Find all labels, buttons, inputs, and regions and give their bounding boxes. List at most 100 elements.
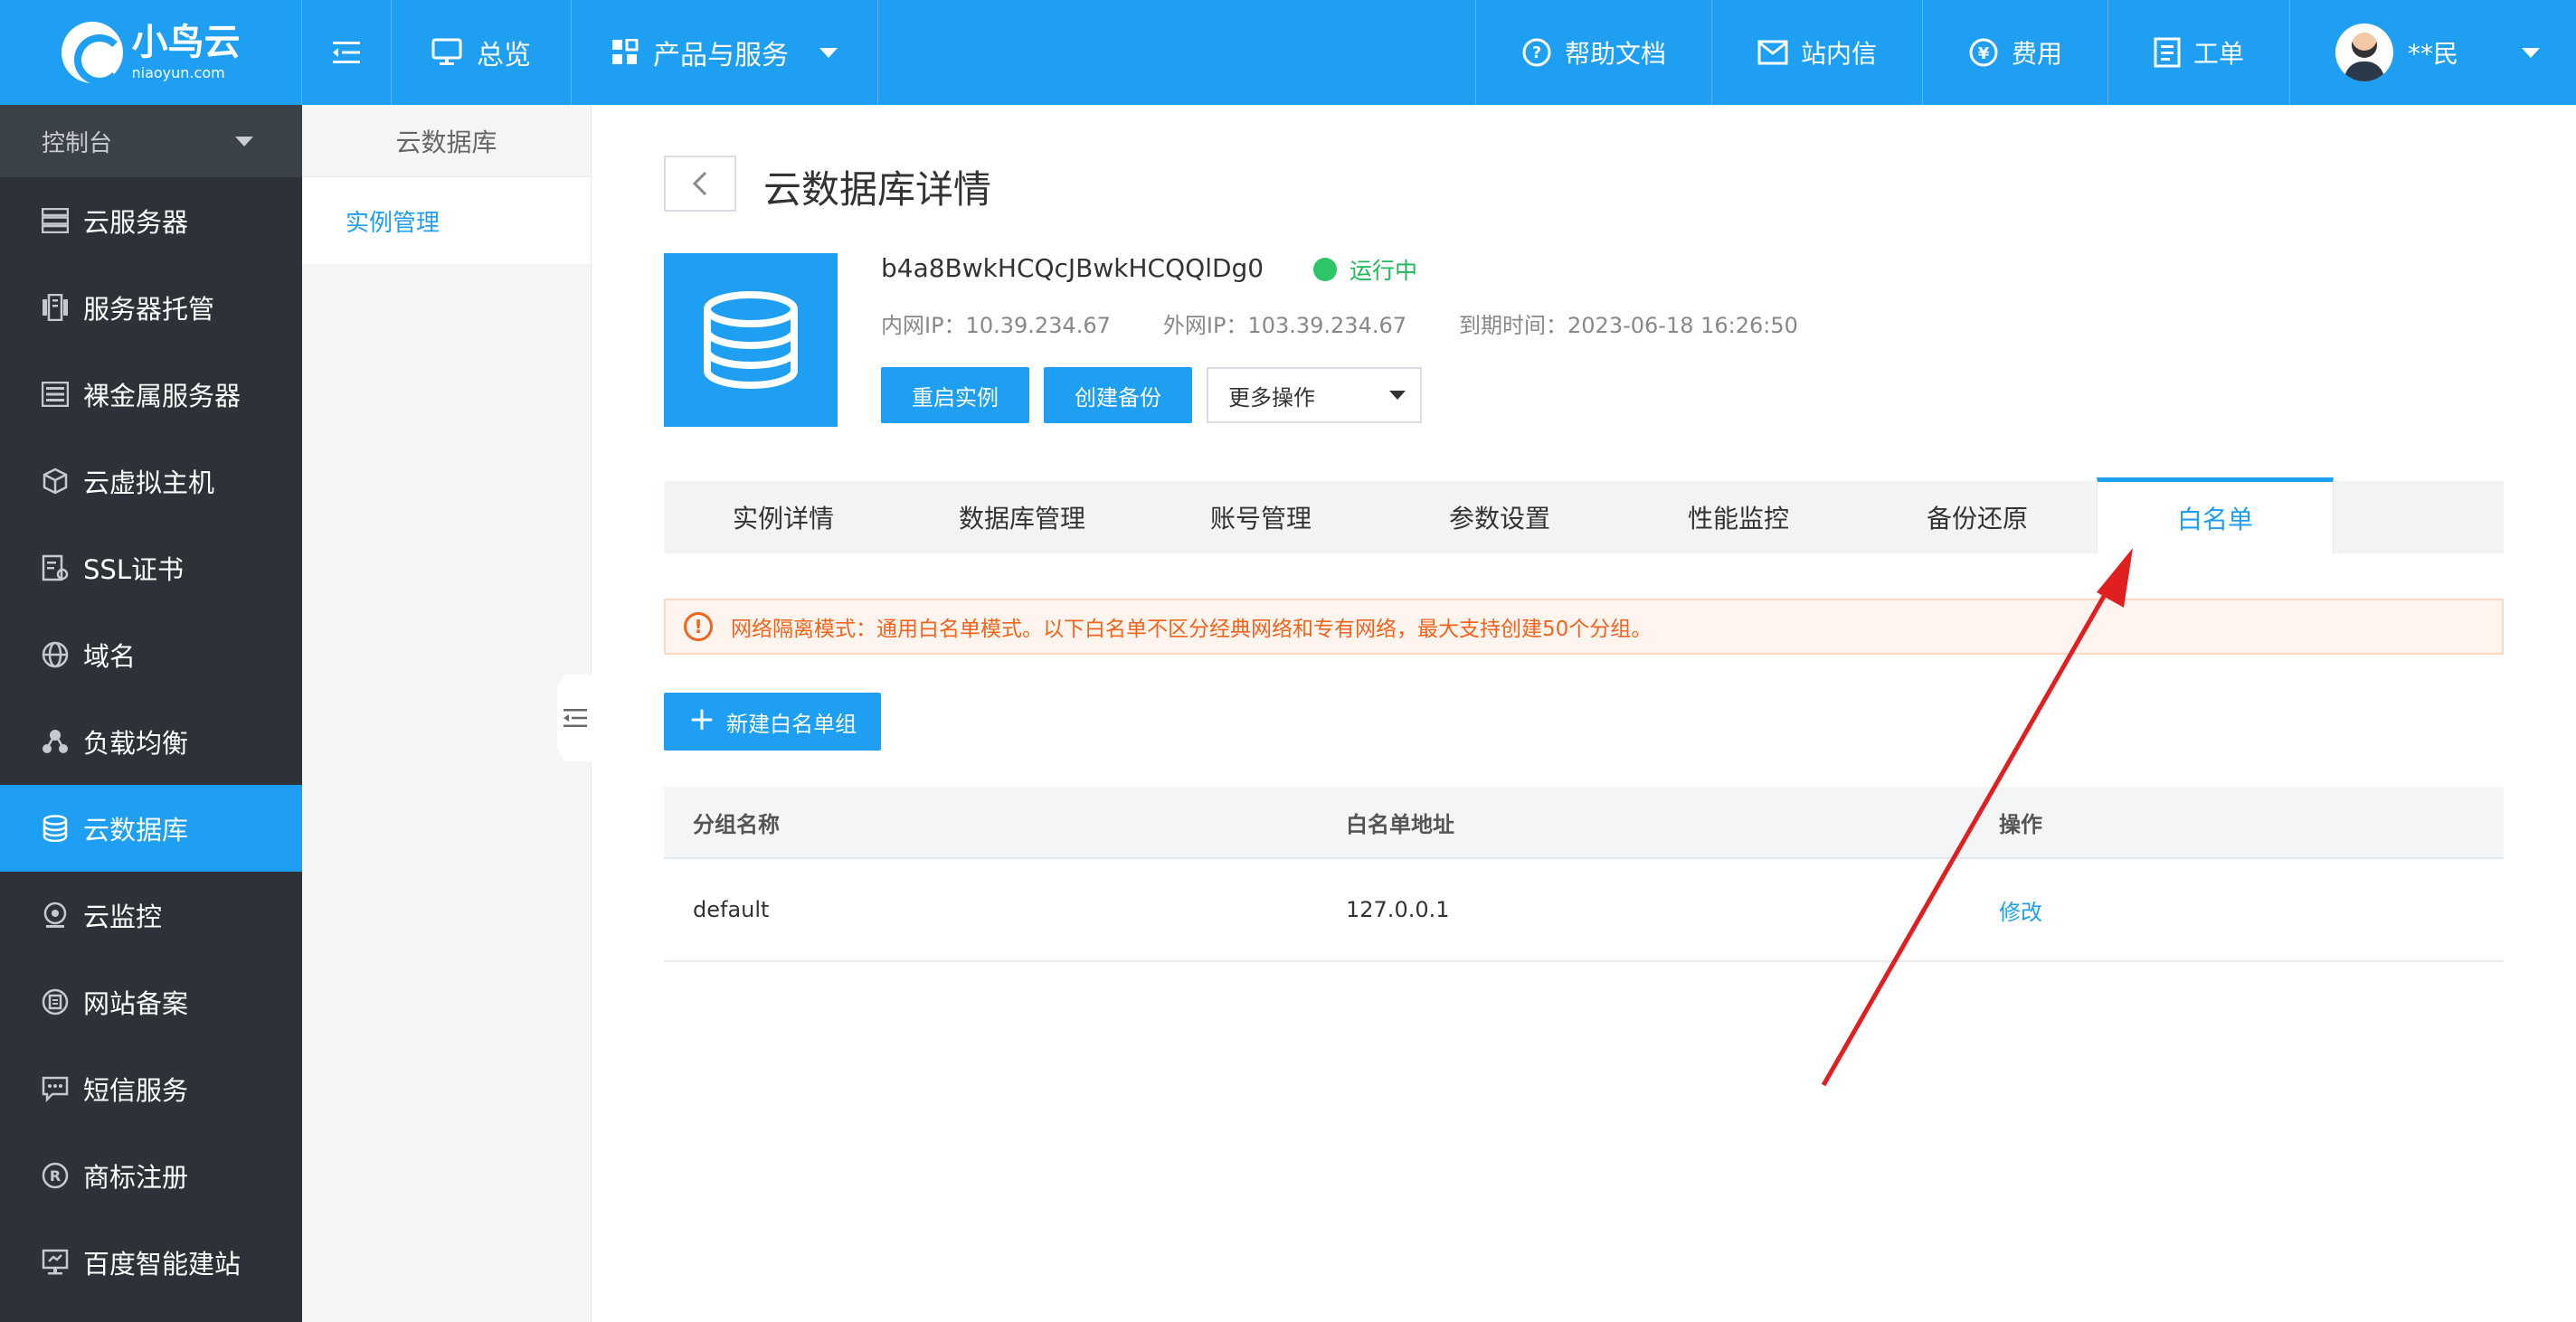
create-backup-button[interactable]: 创建备份	[1044, 367, 1192, 423]
chevron-down-icon	[235, 136, 253, 146]
console-label: 控制台	[42, 129, 113, 157]
sidebar-item[interactable]: 网站备案	[0, 958, 302, 1045]
sidebar-item[interactable]: 云服务器	[0, 177, 302, 264]
database-tile	[664, 253, 838, 427]
chevron-left-icon	[692, 171, 707, 196]
load-balance-icon	[40, 726, 71, 757]
user-menu[interactable]: **民	[2290, 0, 2576, 105]
svg-text:R: R	[50, 1167, 61, 1185]
table-header: 分组名称 白名单地址 操作	[664, 787, 2504, 859]
sidebar-item[interactable]: SSL证书	[0, 524, 302, 611]
sidebar-item[interactable]: 短信服务	[0, 1045, 302, 1132]
tab[interactable]: 备份还原	[1858, 481, 2097, 553]
status-text: 运行中	[1350, 258, 1418, 284]
tab[interactable]: 白名单	[2097, 477, 2334, 553]
status-badge: 运行中	[1313, 253, 1417, 286]
console-selector[interactable]: 控制台	[0, 105, 302, 177]
edit-link[interactable]: 修改	[1999, 900, 2042, 925]
new-whitelist-group-button[interactable]: + 新建白名单组	[664, 693, 881, 751]
products-services-dropdown[interactable]: 产品与服务	[572, 0, 878, 105]
chevron-down-icon	[819, 47, 838, 58]
instance-meta: 内网IP：10.39.234.67 外网IP：103.39.234.67 到期时…	[881, 307, 1798, 339]
sidebar-item-label: SSL证书	[83, 554, 184, 585]
subnav-item-instance-management[interactable]: 实例管理	[302, 177, 591, 264]
secondary-sidebar: 云数据库 实例管理	[302, 105, 592, 1322]
tab[interactable]: 参数设置	[1380, 481, 1619, 553]
sidebar-item-label: 服务器托管	[83, 294, 215, 325]
detail-tabs: 实例详情 数据库管理 账号管理 参数设置 性能监控 备份还原 白名单	[664, 477, 2504, 553]
restart-instance-button[interactable]: 重启实例	[881, 367, 1029, 423]
tab[interactable]: 账号管理	[1141, 481, 1380, 553]
sidebar-item[interactable]: 百度智能建站	[0, 1219, 302, 1306]
messages-link[interactable]: 站内信	[1712, 0, 1923, 105]
help-docs-link[interactable]: ? 帮助文档	[1476, 0, 1712, 105]
table-row: default 127.0.0.1 修改	[664, 859, 2504, 962]
sidebar-item[interactable]: 云虚拟主机	[0, 438, 302, 524]
overview-label: 总览	[477, 40, 531, 71]
sidebar-item[interactable]: R 商标注册	[0, 1132, 302, 1219]
yen-coin-icon: ¥	[1969, 38, 1998, 67]
sms-icon	[40, 1073, 71, 1104]
top-navbar: 小鸟云 niaoyun.com 总览 产品与服务 ? 帮助文档 站内信 ¥ 费用…	[0, 0, 2576, 105]
sidebar-item-label: 网站备案	[83, 988, 189, 1019]
page-title: 云数据库详情	[763, 167, 992, 212]
database-icon	[704, 291, 798, 390]
collapse-subnav-button[interactable]	[557, 675, 593, 761]
instance-id: b4a8BwkHCQcJBwkHCQQlDg0	[881, 253, 1264, 283]
inner-ip: 内网IP：10.39.234.67	[881, 313, 1111, 338]
whitelist-table: 分组名称 白名单地址 操作 default 127.0.0.1 修改	[664, 787, 2504, 962]
globe-icon	[40, 639, 71, 670]
sidebar-item[interactable]: 云监控	[0, 872, 302, 958]
overview-nav[interactable]: 总览	[392, 0, 572, 105]
sidebar-item[interactable]: 云数据库	[0, 785, 302, 872]
cell-group-name: default	[693, 897, 770, 922]
sidebar-menu: 云服务器服务器托管裸金属服务器 云虚拟主机 SSL证书域名 负载均衡云数据库云监控网站…	[0, 177, 302, 1306]
status-dot-icon	[1313, 258, 1337, 281]
monitor-screen-icon	[431, 38, 462, 65]
trademark-icon: R	[40, 1160, 71, 1191]
sidebar-item-label: 云数据库	[83, 815, 189, 845]
bare-metal-icon	[40, 379, 71, 410]
mail-icon	[1757, 40, 1788, 65]
logo-name-cn: 小鸟云	[131, 22, 241, 63]
fees-link[interactable]: ¥ 费用	[1923, 0, 2108, 105]
cube-icon	[40, 466, 71, 496]
more-actions-select[interactable]: 更多操作	[1207, 367, 1422, 423]
more-actions-label: 更多操作	[1228, 384, 1315, 411]
back-button[interactable]	[664, 156, 736, 212]
header-whitelist-address: 白名单地址	[1346, 811, 1454, 837]
tab[interactable]: 数据库管理	[903, 481, 1141, 553]
sidebar-item-label: 裸金属服务器	[83, 381, 242, 411]
sidebar-item[interactable]: 裸金属服务器	[0, 351, 302, 438]
sidebar-item[interactable]: 负载均衡	[0, 698, 302, 785]
certificate-icon	[40, 552, 71, 583]
logo-text: 小鸟云 niaoyun.com	[132, 24, 241, 80]
chevron-down-icon	[2522, 47, 2540, 58]
header-group-name: 分组名称	[693, 811, 780, 837]
topbar-spacer	[878, 0, 1476, 105]
database-icon	[40, 813, 71, 844]
sidebar-item-label: 商标注册	[83, 1162, 189, 1193]
server-stack-icon	[40, 205, 71, 236]
sidebar-item-label: 云服务器	[83, 207, 189, 238]
sidebar-item[interactable]: 域名	[0, 611, 302, 698]
logo-icon	[61, 22, 125, 85]
messages-label: 站内信	[1800, 39, 1877, 69]
outer-ip: 外网IP：103.39.234.67	[1162, 313, 1407, 338]
svg-text:?: ?	[1532, 43, 1541, 62]
alert-text: 网络隔离模式：通用白名单模式。以下白名单不区分经典网络和专有网络，最大支持创建5…	[731, 618, 1653, 641]
avatar	[2335, 24, 2393, 81]
menu-toggle-button[interactable]	[302, 0, 392, 105]
main-content: 云数据库详情 b4a8BwkHCQcJBwkHCQQlDg0 运行中 内网IP：…	[592, 105, 2576, 1322]
grid-icon	[612, 39, 639, 64]
tab[interactable]: 实例详情	[664, 481, 903, 553]
sidebar-item-label: 云虚拟主机	[83, 467, 215, 498]
sidebar-item[interactable]: 服务器托管	[0, 264, 302, 351]
server-rack-icon	[40, 292, 71, 323]
help-docs-label: 帮助文档	[1564, 39, 1666, 69]
brand-logo[interactable]: 小鸟云 niaoyun.com	[0, 0, 302, 105]
logo-name-en: niaoyun.com	[131, 64, 225, 81]
fees-label: 费用	[2011, 39, 2062, 69]
tickets-link[interactable]: 工单	[2108, 0, 2290, 105]
tab[interactable]: 性能监控	[1619, 481, 1858, 553]
